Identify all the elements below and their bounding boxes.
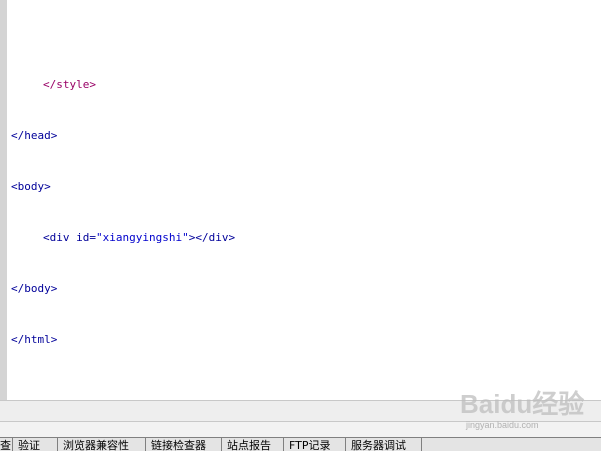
code-line: </html> <box>11 331 235 348</box>
editor-gutter <box>0 0 7 400</box>
tab-search[interactable]: 查 <box>0 438 13 451</box>
div-open-tag: <div id= <box>43 231 96 244</box>
id-attribute-value: "xiangyingshi" <box>95 231 189 244</box>
body-open-tag: <body> <box>11 180 51 193</box>
html-close-tag: </html> <box>11 333 58 346</box>
code-area[interactable]: </style> </head> <body> <div id="xiangyi… <box>11 42 235 382</box>
code-line: <div id="xiangyingshi"></div> <box>11 229 235 246</box>
code-line: </head> <box>11 127 235 144</box>
style-close-tag: </style> <box>43 78 96 91</box>
code-line: </style> <box>11 76 235 93</box>
head-close-tag: </head> <box>11 129 58 142</box>
code-editor[interactable]: </style> </head> <body> <div id="xiangyi… <box>0 0 601 400</box>
body-close-tag: </body> <box>11 282 58 295</box>
tab-ftp-log[interactable]: FTP记录 <box>284 438 346 451</box>
results-tab-strip: 查 验证 浏览器兼容性 链接检查器 站点报告 FTP记录 服务器调试 <box>0 437 601 451</box>
tab-link-checker[interactable]: 链接检查器 <box>146 438 222 451</box>
code-line: </body> <box>11 280 235 297</box>
status-bar <box>0 400 601 422</box>
tab-site-reports[interactable]: 站点报告 <box>222 438 284 451</box>
tab-validation[interactable]: 验证 <box>13 438 58 451</box>
div-close-tag: ></div> <box>188 231 236 244</box>
tab-browser-compat[interactable]: 浏览器兼容性 <box>58 438 146 451</box>
panel-separator <box>0 422 601 437</box>
tab-server-debug[interactable]: 服务器调试 <box>346 438 422 451</box>
code-line: <body> <box>11 178 235 195</box>
